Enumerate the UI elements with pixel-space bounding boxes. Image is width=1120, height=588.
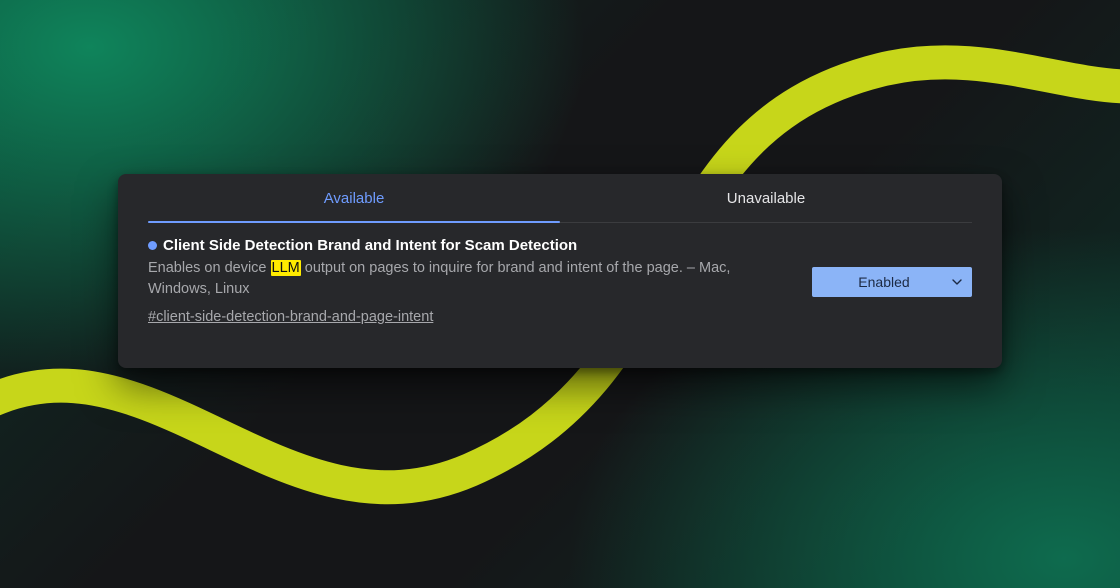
flag-text-block: Client Side Detection Brand and Intent f… [148,237,788,326]
flag-title: Client Side Detection Brand and Intent f… [163,237,577,254]
flag-title-line: Client Side Detection Brand and Intent f… [148,237,788,254]
tab-available[interactable]: Available [148,174,560,222]
flag-row: Client Side Detection Brand and Intent f… [148,223,972,326]
flag-description: Enables on device LLM output on pages to… [148,258,788,300]
chevron-down-icon [952,277,962,287]
flag-state-label: Enabled [824,274,944,290]
flag-state-select[interactable]: Enabled [812,267,972,297]
search-highlight: LLM [271,260,301,276]
flag-hash-link[interactable]: #client-side-detection-brand-and-page-in… [148,309,433,325]
flags-panel: Available Unavailable Client Side Detect… [118,174,1002,368]
tab-unavailable[interactable]: Unavailable [560,174,972,222]
tabs-bar: Available Unavailable [148,174,972,223]
modified-indicator-icon [148,241,157,250]
flag-desc-before: Enables on device [148,260,271,276]
flag-state-select-wrap: Enabled [812,267,972,297]
